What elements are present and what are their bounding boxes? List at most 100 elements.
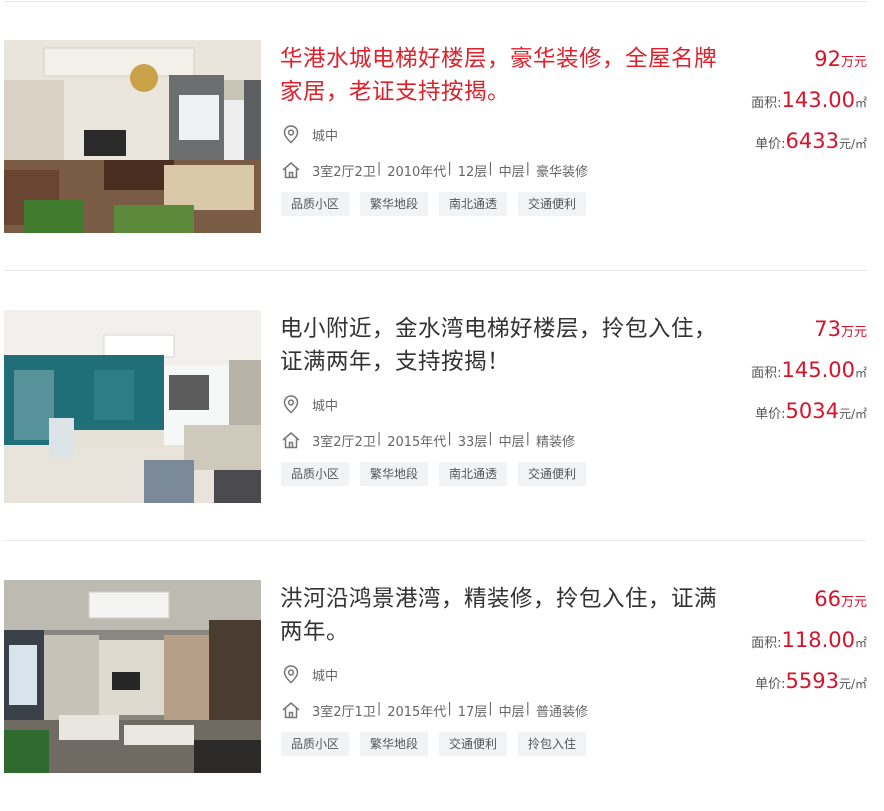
attr-separator: | [525,700,531,716]
tag-list: 品质小区 繁华地段 南北通透 交通便利 [281,192,597,216]
attr-separator: | [488,700,493,716]
listing-photo[interactable] [4,40,261,233]
attr-separator: | [376,430,382,446]
attr-separator: | [488,430,493,446]
unit-price-unit: 元/㎡ [838,407,867,421]
attributes-row: 3室2厅2卫 | 2010年代 | 12层 | 中层 | 豪华装修 [281,159,588,181]
attributes-row: 3室2厅1卫 | 2015年代 | 17层 | 中层 | 普通装修 [281,699,588,721]
unit-price-value: 6433 [785,129,839,153]
location-text: 城中 [312,668,339,684]
attr-floor-level: 中层 [498,164,525,180]
attr-floor-level: 中层 [498,704,525,720]
attr-decoration: 豪华装修 [536,164,589,180]
attr-year: 2015年代 [387,704,447,720]
unit-price-label: 单价: [755,407,786,422]
area-unit: ㎡ [854,96,867,110]
location-row: 城中 [281,663,338,685]
price-block: 66万元 面积:118.00㎡ 单价:5593元/㎡ [707,585,867,695]
area-value: 118.00 [781,628,855,652]
tag: 交通便利 [439,732,508,756]
attr-decoration: 精装修 [536,434,576,450]
attr-decoration: 普通装修 [536,704,589,720]
listing-item[interactable]: 电小附近，金水湾电梯好楼层，拎包入住，证满两年，支持按揭！ 城中 3室2厅2卫 |… [0,310,884,503]
house-icon [282,702,300,719]
divider [4,270,867,271]
house-icon [282,432,300,449]
location-row: 城中 [281,123,338,145]
location-pin-icon [283,395,299,414]
listing-title[interactable]: 华港水城电梯好楼层，豪华装修，全屋名牌家居，老证支持按揭。 [280,43,720,109]
attr-separator: | [488,160,493,176]
total-price: 66 [814,587,841,611]
attr-separator: | [525,430,531,446]
unit-price-label: 单价: [755,137,786,152]
listing-photo[interactable] [4,580,261,773]
divider [4,540,867,541]
total-price: 73 [814,317,841,341]
location-text: 城中 [312,128,339,144]
attr-floors: 17层 [457,704,488,720]
total-price-unit: 万元 [840,595,867,610]
unit-price-unit: 元/㎡ [838,677,867,691]
tag: 品质小区 [281,732,350,756]
listing-title[interactable]: 电小附近，金水湾电梯好楼层，拎包入住，证满两年，支持按揭！ [280,313,720,379]
location-pin-icon [283,665,299,684]
attr-floors: 12层 [457,164,488,180]
living-room-photo [4,310,261,503]
listing-title[interactable]: 洪河沿鸿景港湾，精装修，拎包入住，证满两年。 [280,583,720,649]
area-label: 面积: [751,366,782,381]
price-block: 73万元 面积:145.00㎡ 单价:5034元/㎡ [707,315,867,425]
living-room-photo [4,580,261,773]
total-price: 92 [814,47,841,71]
area-label: 面积: [751,636,782,651]
attr-separator: | [525,160,531,176]
tag: 交通便利 [518,192,587,216]
attr-layout: 3室2厅1卫 [312,704,376,720]
area-value: 143.00 [781,88,855,112]
area-label: 面积: [751,96,782,111]
tag: 拎包入住 [518,732,587,756]
tag: 南北通透 [439,462,508,486]
unit-price-label: 单价: [755,677,786,692]
attributes-row: 3室2厅2卫 | 2015年代 | 33层 | 中层 | 精装修 [281,429,575,451]
attr-year: 2010年代 [387,164,447,180]
location-pin-icon [283,125,299,144]
attr-layout: 3室2厅2卫 [312,434,376,450]
tag: 繁华地段 [360,462,429,486]
attr-layout: 3室2厅2卫 [312,164,376,180]
area-unit: ㎡ [854,366,867,380]
unit-price-unit: 元/㎡ [838,137,867,151]
area-value: 145.00 [781,358,855,382]
attr-floors: 33层 [457,434,488,450]
total-price-unit: 万元 [840,325,867,340]
attr-separator: | [447,700,452,716]
price-block: 92万元 面积:143.00㎡ 单价:6433元/㎡ [707,45,867,155]
tag-list: 品质小区 繁华地段 交通便利 拎包入住 [281,732,597,756]
total-price-unit: 万元 [840,55,867,70]
tag: 南北通透 [439,192,508,216]
location-row: 城中 [281,393,338,415]
unit-price-value: 5034 [785,399,839,423]
area-unit: ㎡ [854,636,867,650]
tag-list: 品质小区 繁华地段 南北通透 交通便利 [281,462,597,486]
listing-photo[interactable] [4,310,261,503]
attr-separator: | [376,160,382,176]
tag: 繁华地段 [360,192,429,216]
listing-item[interactable]: 洪河沿鸿景港湾，精装修，拎包入住，证满两年。 城中 3室2厅1卫 | 2015年代… [0,580,884,773]
attr-separator: | [447,160,452,176]
tag: 交通便利 [518,462,587,486]
listing-item[interactable]: 华港水城电梯好楼层，豪华装修，全屋名牌家居，老证支持按揭。 城中 3室2厅2卫 |… [0,40,884,233]
listing-page: 华港水城电梯好楼层，豪华装修，全屋名牌家居，老证支持按揭。 城中 3室2厅2卫 |… [0,0,884,811]
divider [4,1,867,2]
attr-year: 2015年代 [387,434,447,450]
location-text: 城中 [312,398,339,414]
house-icon [282,162,300,179]
tag: 繁华地段 [360,732,429,756]
tag: 品质小区 [281,462,350,486]
attr-floor-level: 中层 [498,434,525,450]
unit-price-value: 5593 [785,669,839,693]
tag: 品质小区 [281,192,350,216]
attr-separator: | [447,430,452,446]
attr-separator: | [376,700,382,716]
living-room-photo [4,40,261,233]
